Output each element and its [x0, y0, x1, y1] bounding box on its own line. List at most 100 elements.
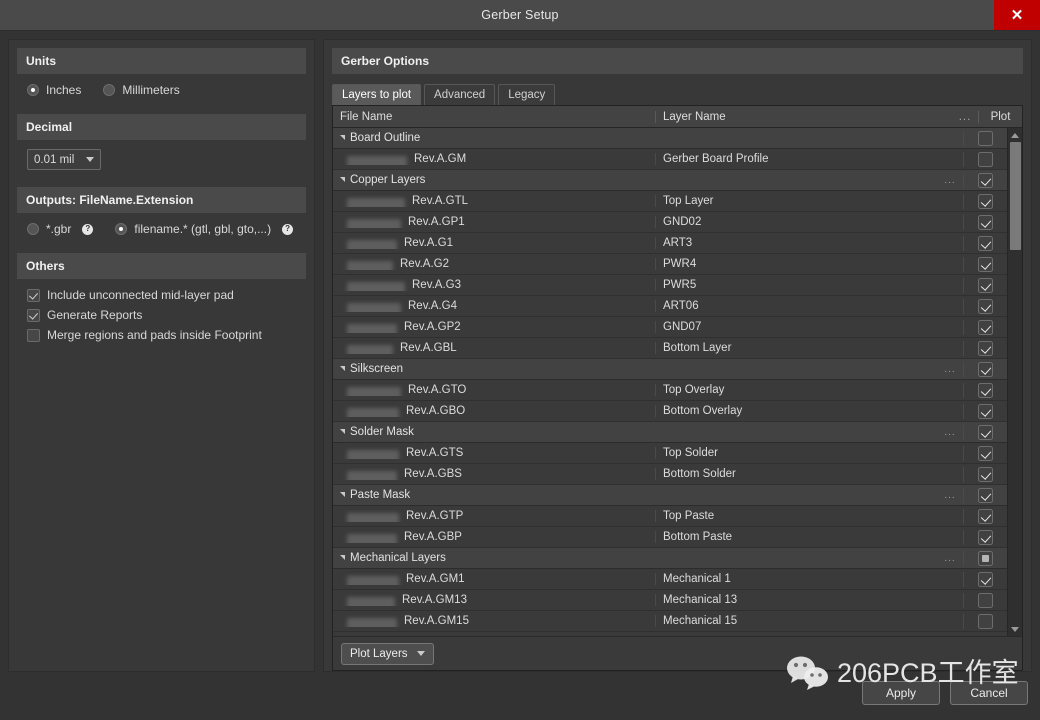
radio-inches[interactable]: Inches [27, 83, 81, 97]
layer-row[interactable]: Rev.A.GBOBottom Overlay [333, 401, 1007, 422]
cancel-button[interactable]: Cancel [950, 681, 1028, 705]
layers-grid-header: File Name Layer Name ... Plot [333, 106, 1022, 128]
help-icon-gbr[interactable]: ? [82, 224, 93, 235]
checkbox-merge-regions-pads[interactable]: Merge regions and pads inside Footprint [27, 328, 306, 342]
cell-layer-name: Mechanical 15 [655, 615, 937, 627]
layer-row[interactable]: Rev.A.GBPBottom Paste [333, 527, 1007, 548]
plot-checkbox[interactable] [978, 488, 993, 503]
scrollbar-track[interactable] [1008, 142, 1023, 622]
layer-row[interactable]: Rev.A.GM15Mechanical 15 [333, 611, 1007, 632]
vertical-scrollbar[interactable] [1007, 128, 1022, 636]
tabstrip: Layers to plot Advanced Legacy [324, 74, 1031, 105]
cell-layer-name: Mechanical 13 [655, 594, 937, 606]
plot-checkbox[interactable] [978, 425, 993, 440]
plot-checkbox[interactable] [978, 362, 993, 377]
help-icon-filename[interactable]: ? [282, 224, 293, 235]
column-header-layer-name[interactable]: Layer Name [655, 111, 952, 123]
cell-plot [963, 488, 1007, 503]
plot-checkbox[interactable] [978, 530, 993, 545]
scroll-up-arrow-icon[interactable] [1008, 128, 1023, 142]
radio-millimeters[interactable]: Millimeters [103, 83, 179, 97]
plot-checkbox[interactable] [978, 320, 993, 335]
plot-checkbox[interactable] [978, 614, 993, 629]
plot-checkbox[interactable] [978, 341, 993, 356]
layer-row[interactable]: Rev.A.GP1GND02 [333, 212, 1007, 233]
checkbox-generate-reports[interactable]: Generate Reports [27, 308, 306, 322]
tab-advanced[interactable]: Advanced [424, 84, 495, 105]
layer-row[interactable]: Rev.A.G4ART06 [333, 296, 1007, 317]
cell-plot [963, 467, 1007, 482]
redacted-path-prefix [347, 597, 395, 606]
layer-row[interactable]: Rev.A.GP2GND07 [333, 317, 1007, 338]
cell-row-options-icon[interactable]: ... [937, 175, 963, 186]
layer-row[interactable]: Rev.A.GTOTop Overlay [333, 380, 1007, 401]
plot-checkbox[interactable] [978, 551, 993, 566]
plot-checkbox[interactable] [978, 572, 993, 587]
cell-row-options-icon[interactable]: ... [937, 427, 963, 438]
collapse-triangle-icon[interactable] [340, 492, 345, 497]
checkbox-include-unconnected-midlayer-pad[interactable]: Include unconnected mid-layer pad [27, 288, 306, 302]
apply-button[interactable]: Apply [862, 681, 940, 705]
layer-row[interactable]: Rev.A.GBSBottom Solder [333, 464, 1007, 485]
layer-group-row[interactable]: Board Outline [333, 128, 1007, 149]
radio-gbr-extension[interactable]: *.gbr ? [27, 222, 93, 236]
layer-row[interactable]: Rev.A.GM13 Mechanical 13 [333, 590, 1007, 611]
scroll-down-arrow-icon[interactable] [1008, 622, 1023, 636]
cell-plot [963, 425, 1007, 440]
plot-checkbox[interactable] [978, 215, 993, 230]
layer-group-row[interactable]: Solder Mask... [333, 422, 1007, 443]
cell-row-options-icon[interactable]: ... [937, 490, 963, 501]
file-name-label: Rev.A.GM13 [402, 594, 467, 606]
plot-layers-button-label: Plot Layers [350, 648, 408, 660]
cell-row-options-icon[interactable]: ... [937, 553, 963, 564]
radio-filename-extension[interactable]: filename.* (gtl, gbl, gto,...) ? [115, 222, 293, 236]
layer-row[interactable]: Rev.A.GTPTop Paste [333, 506, 1007, 527]
plot-checkbox[interactable] [978, 152, 993, 167]
layer-row[interactable]: Rev.A.GM1Mechanical 1 [333, 569, 1007, 590]
plot-checkbox[interactable] [978, 299, 993, 314]
layer-row[interactable]: Rev.A.GMGerber Board Profile [333, 149, 1007, 170]
plot-checkbox[interactable] [978, 131, 993, 146]
layer-row[interactable]: Rev.A.G1ART3 [333, 233, 1007, 254]
plot-checkbox[interactable] [978, 383, 993, 398]
plot-checkbox[interactable] [978, 404, 993, 419]
close-icon[interactable]: ✕ [994, 0, 1040, 30]
layer-row[interactable]: Rev.A.GTSTop Solder [333, 443, 1007, 464]
scrollbar-thumb[interactable] [1010, 142, 1021, 250]
decimal-precision-select[interactable]: 0.01 mil [27, 149, 101, 170]
layer-group-row[interactable]: Silkscreen... [333, 359, 1007, 380]
plot-checkbox[interactable] [978, 509, 993, 524]
column-header-options[interactable]: ... [952, 111, 978, 123]
column-header-plot[interactable]: Plot [978, 111, 1022, 123]
plot-checkbox[interactable] [978, 194, 993, 209]
cell-layer-name: Mechanical 1 [655, 573, 937, 585]
tab-layers-to-plot[interactable]: Layers to plot [332, 84, 421, 105]
plot-checkbox[interactable] [978, 446, 993, 461]
outputs-group-body: *.gbr ? filename.* (gtl, gbl, gto,...) ? [9, 213, 314, 245]
plot-checkbox[interactable] [978, 467, 993, 482]
collapse-triangle-icon[interactable] [340, 429, 345, 434]
column-header-file-name[interactable]: File Name [333, 111, 655, 123]
plot-checkbox[interactable] [978, 257, 993, 272]
collapse-triangle-icon[interactable] [340, 135, 345, 140]
layer-group-row[interactable]: Copper Layers... [333, 170, 1007, 191]
plot-checkbox[interactable] [978, 173, 993, 188]
collapse-triangle-icon[interactable] [340, 177, 345, 182]
plot-checkbox[interactable] [978, 278, 993, 293]
layer-row[interactable]: Rev.A.GTLTop Layer [333, 191, 1007, 212]
layer-group-row[interactable]: Paste Mask... [333, 485, 1007, 506]
layer-group-row[interactable]: Mechanical Layers... [333, 548, 1007, 569]
plot-checkbox[interactable] [978, 236, 993, 251]
plot-checkbox[interactable] [978, 593, 993, 608]
layer-row[interactable]: Rev.A.GBLBottom Layer [333, 338, 1007, 359]
cell-row-options-icon[interactable]: ... [937, 364, 963, 375]
radio-gbr-indicator [27, 223, 39, 235]
cell-file-name: Rev.A.GTO [333, 384, 655, 396]
tab-legacy[interactable]: Legacy [498, 84, 555, 105]
layer-row[interactable]: Rev.A.G3PWR5 [333, 275, 1007, 296]
cell-file-name: Rev.A.G1 [333, 237, 655, 249]
collapse-triangle-icon[interactable] [340, 555, 345, 560]
plot-layers-button[interactable]: Plot Layers [341, 643, 434, 665]
layer-row[interactable]: Rev.A.G2PWR4 [333, 254, 1007, 275]
collapse-triangle-icon[interactable] [340, 366, 345, 371]
